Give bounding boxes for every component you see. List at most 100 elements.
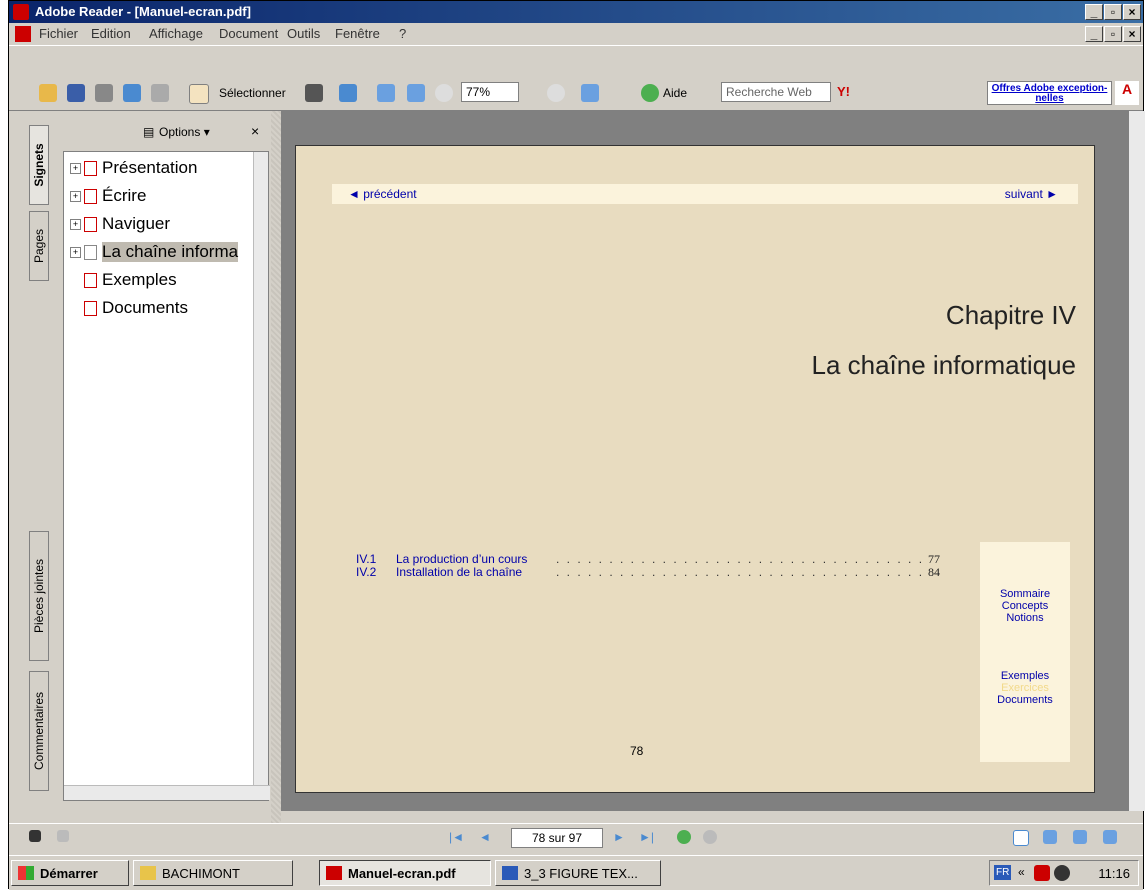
bookmark-vertical-scrollbar[interactable] <box>253 152 268 800</box>
previous-link[interactable]: ◄ précédent <box>348 187 417 201</box>
task-bachimont[interactable]: BACHIMONT <box>133 860 293 886</box>
menu-outils[interactable]: Outils <box>287 26 320 41</box>
word-icon <box>502 866 518 880</box>
zoom-in-icon[interactable] <box>547 84 565 102</box>
minimize-button[interactable]: _ <box>1085 4 1103 20</box>
tab-signets[interactable]: Signets <box>29 125 49 205</box>
next-link[interactable]: suivant ► <box>1005 187 1058 201</box>
link-exemples[interactable]: Exemples <box>980 670 1070 682</box>
link-documents[interactable]: Documents <box>980 694 1070 706</box>
options-menu[interactable]: Options ▾ <box>159 125 210 139</box>
bookmark-horizontal-scrollbar[interactable] <box>64 785 270 800</box>
expand-icon[interactable]: + <box>70 163 81 174</box>
open-icon[interactable] <box>39 84 57 102</box>
system-tray: FR « 11:16 <box>989 860 1139 886</box>
rotate-icon[interactable] <box>581 84 599 102</box>
snapshot-icon[interactable] <box>305 84 323 102</box>
menu-fichier[interactable]: Fichier <box>39 26 78 41</box>
chapter-number: Chapitre IV <box>945 300 1076 330</box>
print-icon[interactable] <box>95 84 113 102</box>
bookmark-icon <box>84 245 97 260</box>
page-icon[interactable] <box>57 830 69 842</box>
link-concepts[interactable]: Concepts <box>980 600 1070 612</box>
forward-icon[interactable] <box>703 830 717 844</box>
first-page-icon[interactable]: |◄ <box>449 830 467 848</box>
chapter-title: La chaîne informatique <box>811 350 1076 380</box>
pdf-page: ◄ précédent suivant ► Chapitre IV La cha… <box>295 145 1095 793</box>
restore-button[interactable]: ▫ <box>1104 4 1122 20</box>
doc-restore-button[interactable]: ▫ <box>1104 26 1122 42</box>
link-exercices[interactable]: Exercices <box>980 682 1070 694</box>
single-page-icon[interactable] <box>1013 830 1029 846</box>
adobe-reader-icon <box>13 4 29 20</box>
link-sommaire[interactable]: Sommaire <box>980 588 1070 600</box>
next-page-icon[interactable]: ► <box>613 830 631 848</box>
bookmark-chaine-informatique[interactable]: + La chaîne informa <box>64 242 254 264</box>
show-hidden-icons[interactable]: « <box>1018 865 1025 879</box>
help-icon[interactable] <box>641 84 659 102</box>
menu-help[interactable]: ? <box>399 26 406 41</box>
find-icon[interactable] <box>151 84 169 102</box>
back-icon[interactable] <box>677 830 691 844</box>
panel-close-button[interactable]: × <box>251 123 259 139</box>
bookmarks-header: ▤ Options ▾ × <box>51 111 271 151</box>
doc-minimize-button[interactable]: _ <box>1085 26 1103 42</box>
link-notions[interactable]: Notions <box>980 612 1070 624</box>
continuous-facing-icon[interactable] <box>1103 830 1117 844</box>
acrobat-tray-icon[interactable] <box>1034 865 1050 881</box>
menu-document[interactable]: Document <box>219 26 278 41</box>
web-search-field[interactable]: Recherche Web <box>721 82 831 102</box>
hand-tool-icon[interactable] <box>189 84 209 104</box>
fit-page-icon[interactable] <box>377 84 395 102</box>
toc-entry[interactable]: IV.1 La production d’un cours . . . . . … <box>356 552 940 566</box>
expand-icon[interactable]: + <box>70 247 81 258</box>
page-indicator[interactable]: 78 sur 97 <box>511 828 603 848</box>
table-of-contents: IV.1 La production d’un cours . . . . . … <box>356 552 940 579</box>
menu-affichage[interactable]: Affichage <box>149 26 203 41</box>
start-button[interactable]: Démarrer <box>11 860 129 886</box>
task-figure-text[interactable]: 3_3 FIGURE TEX... <box>495 860 661 886</box>
menu-fenetre[interactable]: Fenêtre <box>335 26 380 41</box>
expand-icon[interactable]: + <box>70 219 81 230</box>
toolbar: Sélectionner 77% Aide Recherche Web Y! O… <box>9 45 1143 111</box>
facing-icon[interactable] <box>1073 830 1087 844</box>
expand-icon[interactable]: + <box>70 191 81 202</box>
tab-pages[interactable]: Pages <box>29 211 49 281</box>
menu-edition[interactable]: Edition <box>91 26 131 41</box>
bookmark-icon <box>84 189 97 204</box>
save-icon[interactable] <box>67 84 85 102</box>
previous-page-icon[interactable]: ◄ <box>479 830 497 848</box>
zoom-field[interactable]: 77% <box>461 82 519 102</box>
options-icon: ▤ <box>143 125 155 139</box>
language-indicator[interactable]: FR <box>994 865 1012 880</box>
page-number: 78 <box>630 744 644 758</box>
bookmark-tree: + Présentation + Écrire + Naviguer + La … <box>63 151 270 801</box>
layout-icon[interactable] <box>29 830 41 842</box>
yahoo-icon[interactable]: Y! <box>837 84 855 102</box>
speaker-icon[interactable] <box>1054 865 1070 881</box>
panel-splitter[interactable] <box>271 111 281 823</box>
menu-bar: Fichier Edition Affichage Document Outil… <box>9 23 1143 45</box>
zoom-out-icon[interactable] <box>435 84 453 102</box>
task-manuel-ecran[interactable]: Manuel-ecran.pdf <box>319 860 491 886</box>
tab-pieces-jointes[interactable]: Pièces jointes <box>29 531 49 661</box>
document-vertical-scrollbar[interactable] <box>1129 111 1145 811</box>
tab-commentaires[interactable]: Commentaires <box>29 671 49 791</box>
doc-close-button[interactable]: × <box>1123 26 1141 42</box>
folder-icon <box>140 866 156 880</box>
close-button[interactable]: × <box>1123 4 1141 20</box>
fit-width-icon[interactable] <box>407 84 425 102</box>
continuous-icon[interactable] <box>1043 830 1057 844</box>
title-bar[interactable]: Adobe Reader - [Manuel-ecran.pdf] _ ▫ × <box>9 1 1143 23</box>
window-title: Adobe Reader - [Manuel-ecran.pdf] <box>35 4 251 19</box>
adobe-offer-link[interactable]: Offres Adobe exception-nelles <box>987 81 1112 105</box>
taskbar: Démarrer BACHIMONT Manuel-ecran.pdf 3_3 … <box>9 855 1143 890</box>
zoom-in-tool-icon[interactable] <box>339 84 357 102</box>
help-button[interactable]: Aide <box>663 86 687 100</box>
select-tool[interactable]: Sélectionner <box>219 86 286 100</box>
toc-entry[interactable]: IV.2 Installation de la chaîne . . . . .… <box>356 565 940 579</box>
email-icon[interactable] <box>123 84 141 102</box>
pdf-icon <box>326 866 342 880</box>
page-nav-bar: ◄ précédent suivant ► <box>332 184 1078 204</box>
last-page-icon[interactable]: ►| <box>639 830 657 848</box>
